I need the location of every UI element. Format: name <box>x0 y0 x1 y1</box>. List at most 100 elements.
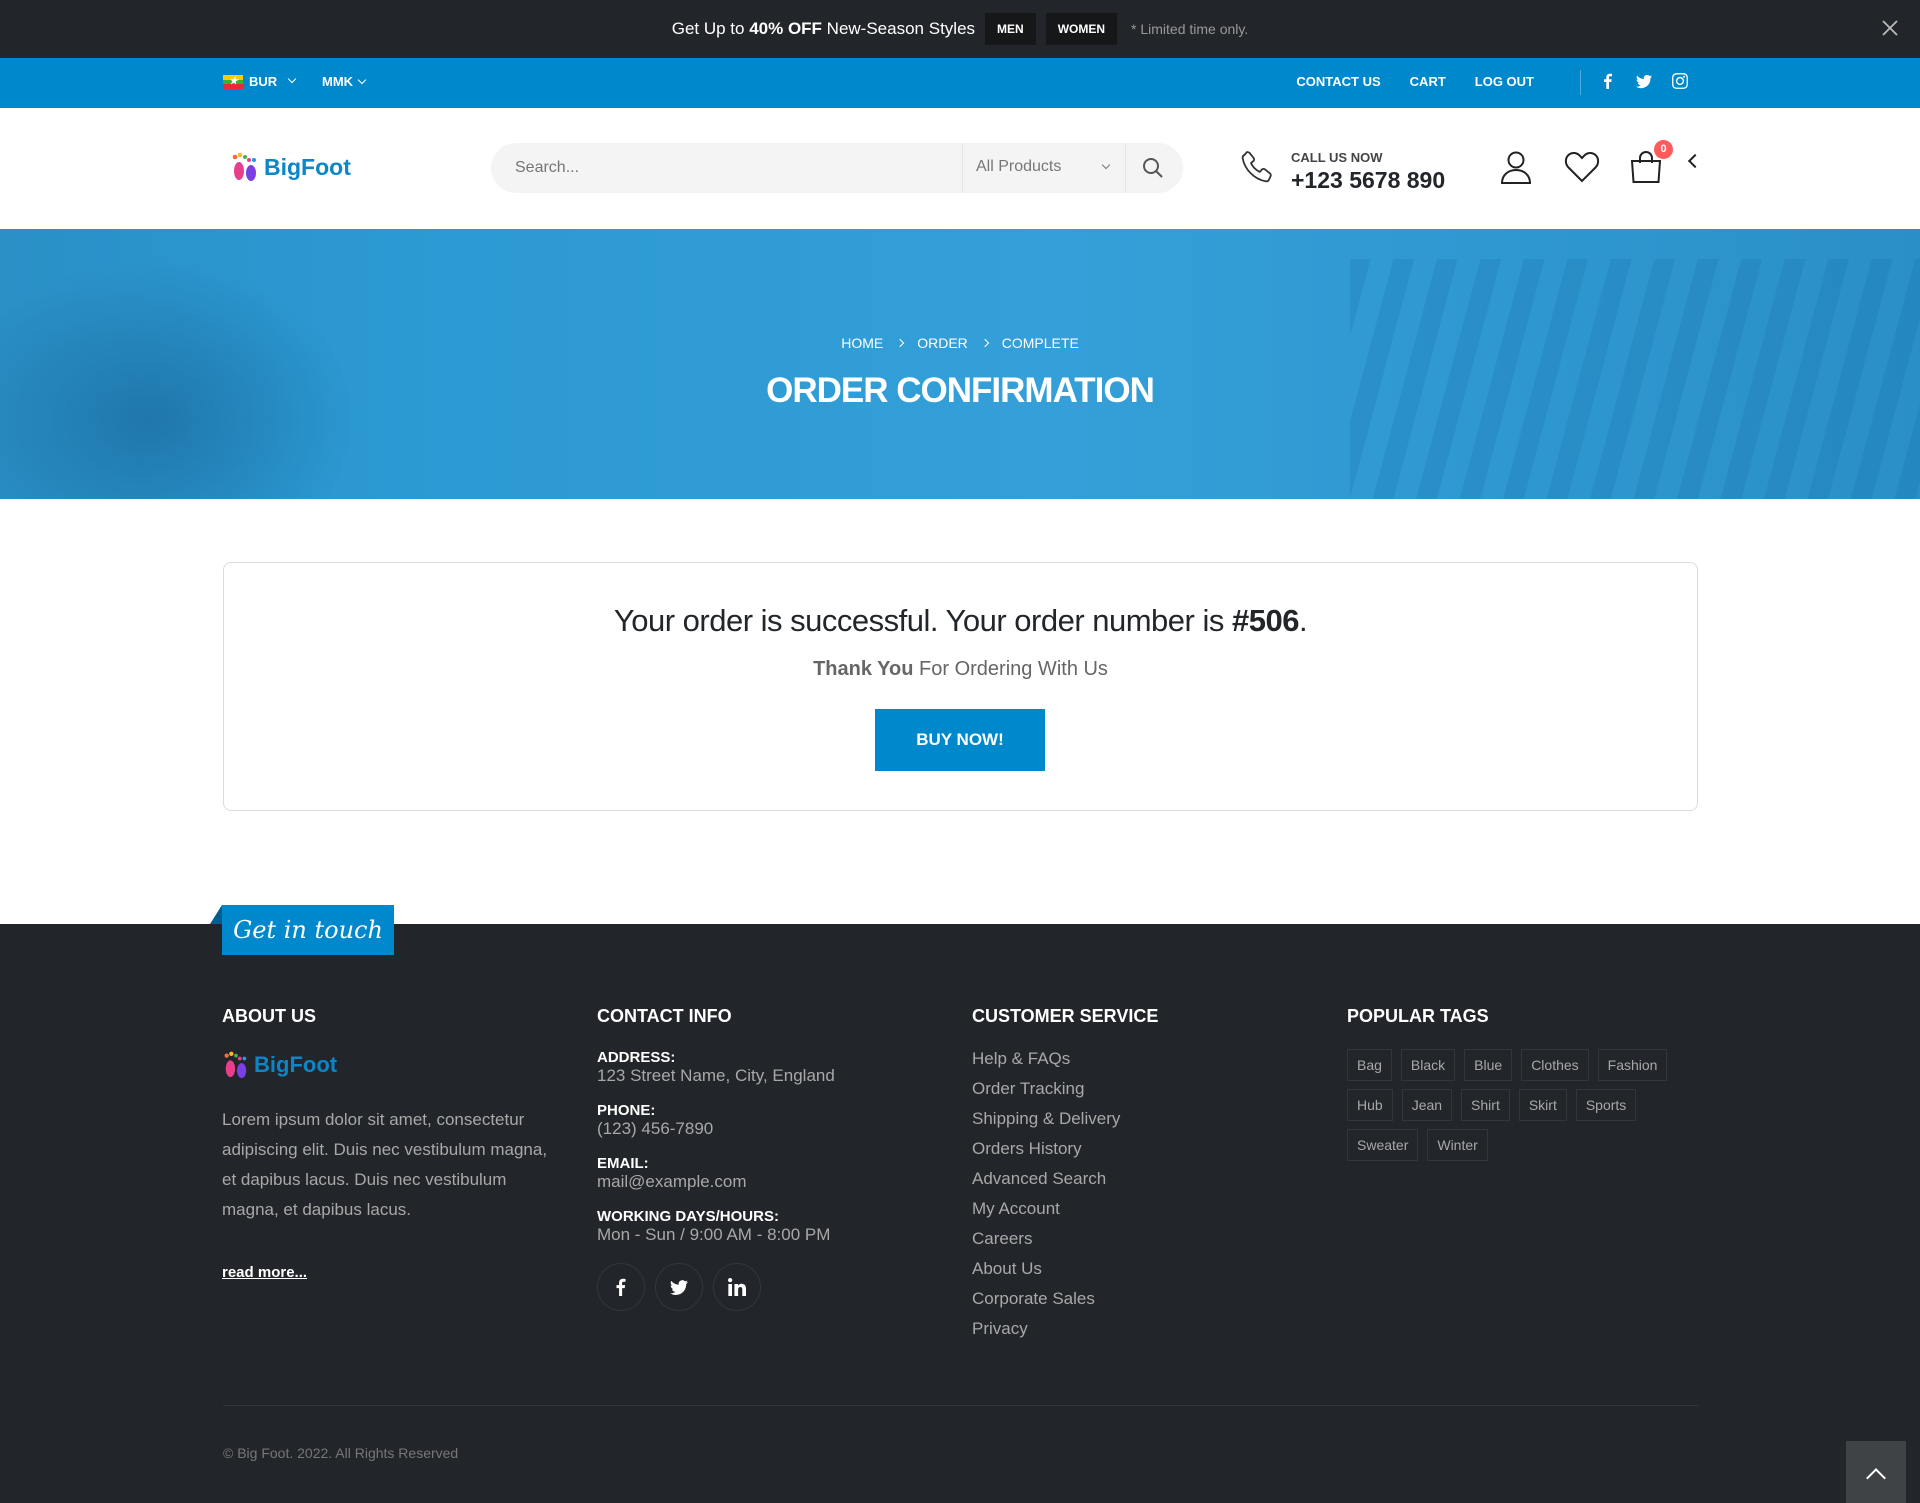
search-bar: All Products <box>491 143 1183 193</box>
footer-about-text: Lorem ipsum dolor sit amet, consectetur … <box>222 1110 548 1219</box>
page-title: ORDER CONFIRMATION <box>766 371 1155 410</box>
tag-item[interactable]: Black <box>1400 1049 1456 1081</box>
top-links: CONTACT US CART LOG OUT <box>1296 74 1534 89</box>
facebook-icon[interactable] <box>1600 73 1616 89</box>
hours-label: WORKING DAYS/HOURS: <box>597 1208 779 1225</box>
search-input[interactable] <box>515 143 935 193</box>
footer-tags-title: POPULAR TAGS <box>1347 1006 1489 1026</box>
footer-link-my-account[interactable]: My Account <box>972 1199 1158 1219</box>
order-number: #506 <box>1231 603 1299 638</box>
tag-item[interactable]: Clothes <box>1521 1049 1589 1081</box>
promo-bar: Get Up to 40% OFF New-Season Styles MEN … <box>0 0 1920 58</box>
search-category-select[interactable]: All Products <box>962 143 1126 193</box>
hours-value: Mon - Sun / 9:00 AM - 8:00 PM <box>597 1225 831 1244</box>
chevron-right-icon <box>895 338 905 348</box>
twitter-button[interactable] <box>655 1263 703 1311</box>
promo-women-button[interactable]: WOMEN <box>1045 13 1118 45</box>
footer-link-shipping[interactable]: Shipping & Delivery <box>972 1109 1158 1129</box>
site-logo[interactable]: BigFoot <box>230 150 351 184</box>
tag-item[interactable]: Hub <box>1347 1089 1393 1121</box>
tag-item[interactable]: Sports <box>1575 1089 1637 1121</box>
logo-text: BigFoot <box>264 153 351 180</box>
top-bar: ★ BUR MMK CONTACT US CART LOG OUT <box>0 58 1920 108</box>
tag-item[interactable]: Bag <box>1347 1049 1392 1081</box>
tag-item[interactable]: Sweater <box>1347 1129 1419 1161</box>
footprint-logo-icon <box>224 1051 247 1079</box>
chevron-left-icon[interactable] <box>1687 153 1703 169</box>
footer-popular-tags: POPULAR TAGS Bag Black Blue Clothes Fash… <box>1347 1006 1707 1161</box>
breadcrumb-home[interactable]: HOME <box>841 335 883 351</box>
cart-count-badge: 0 <box>1654 140 1673 159</box>
user-account-icon[interactable] <box>1497 148 1535 186</box>
call-number[interactable]: +123 5678 890 <box>1291 167 1445 194</box>
close-icon[interactable] <box>1878 16 1902 40</box>
chevron-down-icon <box>357 75 367 85</box>
facebook-button[interactable] <box>597 1263 645 1311</box>
search-icon[interactable] <box>1141 156 1165 180</box>
tag-item[interactable]: Winter <box>1427 1129 1488 1161</box>
footer-link-orders-history[interactable]: Orders History <box>972 1139 1158 1159</box>
cart-link[interactable]: CART <box>1410 74 1446 89</box>
footer-link-advanced-search[interactable]: Advanced Search <box>972 1169 1158 1189</box>
chevron-right-icon <box>980 338 990 348</box>
footer-link-order-tracking[interactable]: Order Tracking <box>972 1079 1158 1099</box>
currency-label: MMK <box>322 74 354 89</box>
instagram-icon[interactable] <box>1672 73 1688 89</box>
promo-men-button[interactable]: MEN <box>985 13 1036 45</box>
footer-social <box>597 1263 835 1311</box>
footer-service-title: CUSTOMER SERVICE <box>972 1006 1159 1026</box>
footer-link-about-us[interactable]: About Us <box>972 1259 1158 1279</box>
footer-customer-service: CUSTOMER SERVICE Help & FAQs Order Track… <box>972 1006 1158 1349</box>
tag-item[interactable]: Jean <box>1401 1089 1453 1121</box>
tag-cloud: Bag Black Blue Clothes Fashion Hub Jean … <box>1347 1049 1707 1161</box>
tag-item[interactable]: Blue <box>1464 1049 1513 1081</box>
twitter-icon[interactable] <box>1636 73 1652 89</box>
footer-about-title: ABOUT US <box>222 1006 316 1026</box>
chevron-up-icon <box>1866 1468 1886 1488</box>
linkedin-button[interactable] <box>713 1263 761 1311</box>
buy-now-button[interactable]: BUY NOW! <box>875 709 1045 771</box>
promo-limited-note: * Limited time only. <box>1131 21 1249 37</box>
address-label: ADDRESS: <box>597 1049 676 1066</box>
facebook-icon <box>616 1278 626 1296</box>
footer-link-help[interactable]: Help & FAQs <box>972 1049 1158 1069</box>
breadcrumb: HOME ORDER COMPLETE <box>0 335 1920 351</box>
top-divider <box>1580 70 1581 95</box>
scroll-to-top-button[interactable] <box>1846 1441 1906 1503</box>
footer-link-careers[interactable]: Careers <box>972 1229 1158 1249</box>
site-footer: Get in touch ABOUT US BigFoot Lorem ipsu… <box>0 905 1920 1503</box>
thank-you-message: Thank You For Ordering With Us <box>813 658 1108 680</box>
footer-logo[interactable]: BigFoot <box>222 1049 562 1081</box>
email-label: EMAIL: <box>597 1155 649 1172</box>
address-value: 123 Street Name, City, England <box>597 1066 835 1085</box>
tag-item[interactable]: Skirt <box>1518 1089 1567 1121</box>
order-success-message: Your order is successful. Your order num… <box>613 603 1308 638</box>
email-value[interactable]: mail@example.com <box>597 1172 835 1192</box>
promo-text: Get Up to 40% OFF New-Season Styles <box>671 19 976 38</box>
phone-value[interactable]: (123) 456-7890 <box>597 1119 835 1139</box>
footer-link-corporate-sales[interactable]: Corporate Sales <box>972 1289 1158 1309</box>
call-us: CALL US NOW +123 5678 890 <box>1238 148 1538 198</box>
call-label: CALL US NOW <box>1291 150 1383 165</box>
breadcrumb-order[interactable]: ORDER <box>917 335 968 351</box>
tag-item[interactable]: Fashion <box>1597 1049 1668 1081</box>
read-more-link[interactable]: read more... <box>222 1264 307 1281</box>
currency-switcher[interactable]: MMK <box>322 74 367 89</box>
language-switcher[interactable]: ★ BUR <box>223 74 297 89</box>
chevron-down-icon <box>1101 160 1111 170</box>
contact-us-link[interactable]: CONTACT US <box>1296 74 1380 89</box>
linkedin-icon <box>728 1278 746 1296</box>
footer-logo-text: BigFoot <box>254 1052 338 1077</box>
wishlist-heart-icon[interactable] <box>1563 148 1601 186</box>
tag-item[interactable]: Shirt <box>1461 1089 1510 1121</box>
language-label: BUR <box>249 74 278 89</box>
footer-divider <box>223 1405 1698 1406</box>
footer-link-privacy[interactable]: Privacy <box>972 1319 1158 1339</box>
log-out-link[interactable]: LOG OUT <box>1475 74 1534 89</box>
twitter-icon <box>670 1280 688 1296</box>
copyright-text: © Big Foot. 2022. All Rights Reserved <box>223 1445 459 1461</box>
phone-label: PHONE: <box>597 1102 656 1119</box>
breadcrumb-complete: COMPLETE <box>1001 335 1079 351</box>
search-category-label: All Products <box>976 158 1062 175</box>
footer-contact: CONTACT INFO ADDRESS: 123 Street Name, C… <box>597 1006 835 1311</box>
